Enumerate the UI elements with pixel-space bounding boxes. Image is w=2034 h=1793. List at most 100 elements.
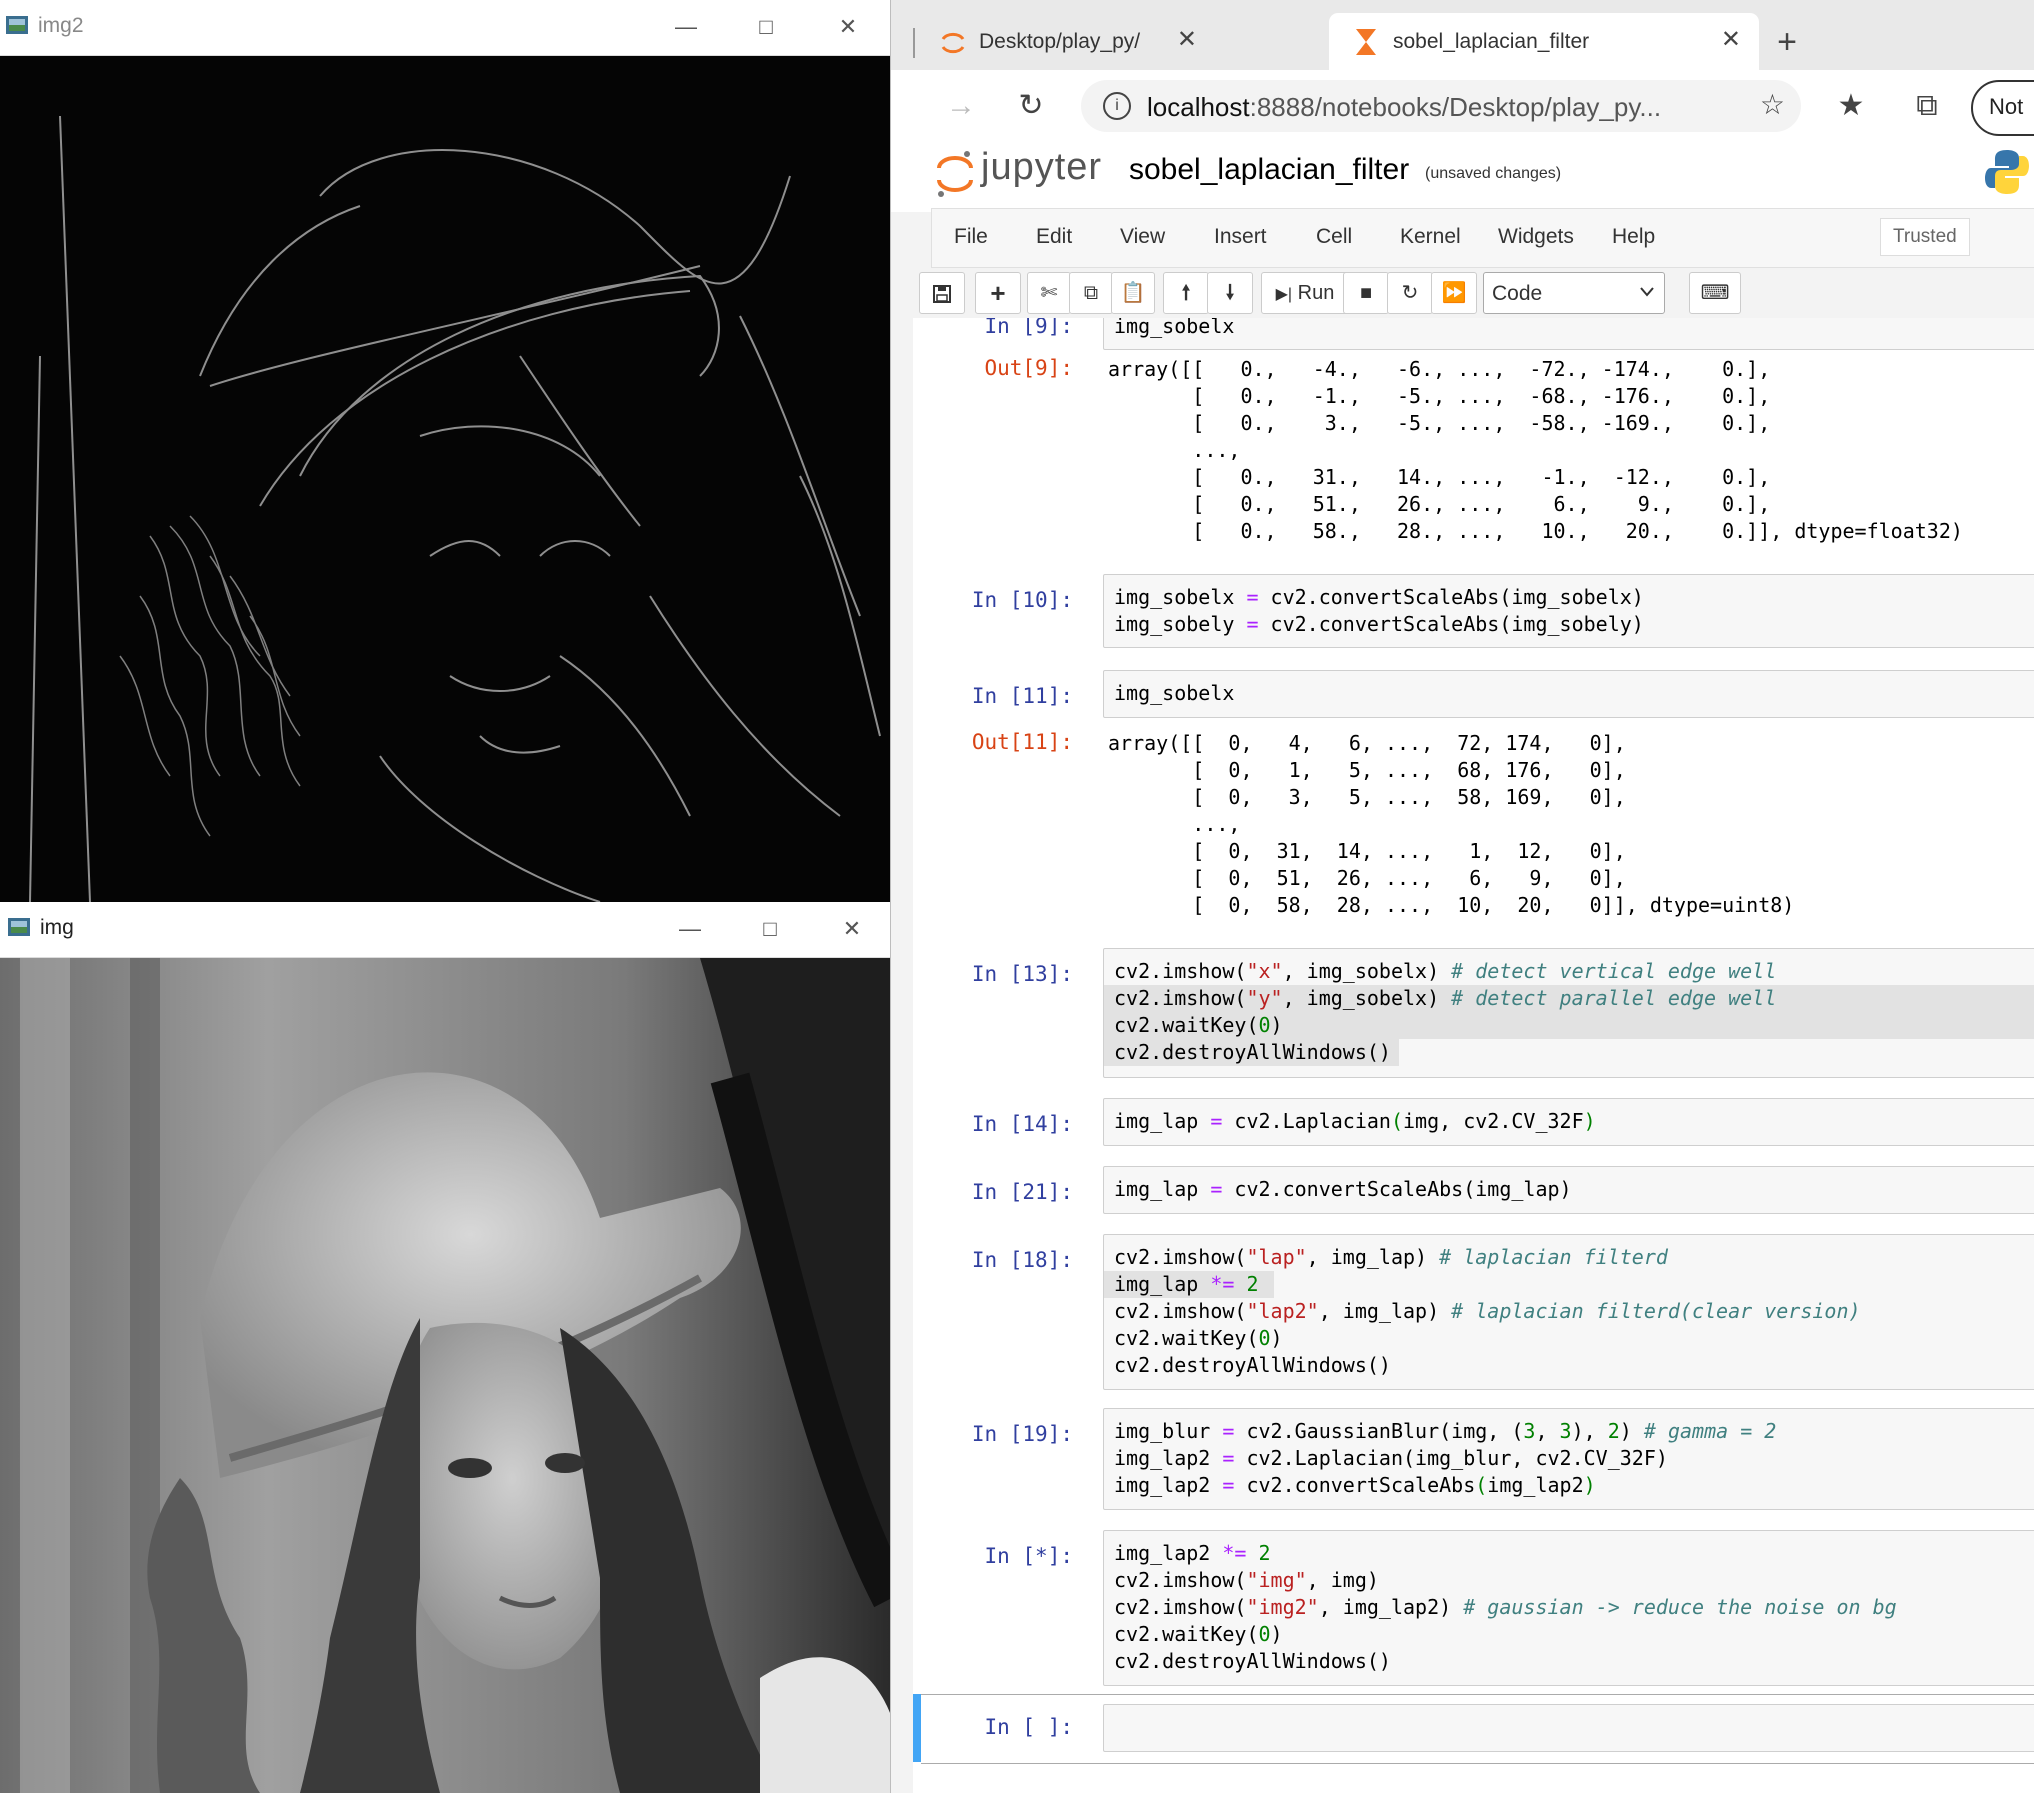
- code-text: img_sobelx = cv2.convertScaleAbs(img_sob…: [1114, 585, 1644, 636]
- app-icon: [8, 918, 30, 936]
- menu-help[interactable]: Help: [1612, 225, 1655, 249]
- laplacian-edge-image: [0, 56, 890, 902]
- grayscale-portrait-image: [0, 958, 892, 1793]
- tab-sobel-laplacian-filter[interactable]: sobel_laplacian_filter ✕: [1329, 13, 1759, 70]
- tab-label: Desktop/play_py/: [979, 30, 1141, 53]
- forward-icon[interactable]: →: [941, 86, 981, 126]
- menu-edit[interactable]: Edit: [1036, 225, 1072, 249]
- notebook-toolbar: + ✄ ⧉ 📋 🠕 🠗 ▶| Run ■ ↻ ⏩ Code ⌨: [919, 270, 2034, 318]
- menu-cell[interactable]: Cell: [1316, 225, 1352, 249]
- code-text: img_sobelx: [1114, 318, 1235, 338]
- output-prompt: Out[11]:: [971, 730, 1073, 754]
- input-prompt: In [11]:: [971, 684, 1073, 708]
- run-button[interactable]: ▶| Run: [1261, 272, 1349, 314]
- tab-strip: Desktop/play_py/ ✕ sobel_laplacian_filte…: [891, 0, 2034, 70]
- maximize-icon[interactable]: □: [748, 10, 784, 44]
- cell-input[interactable]: img_lap = cv2.Laplacian(img, cv2.CV_32F): [1103, 1098, 2034, 1146]
- stop-icon[interactable]: ■: [1343, 272, 1389, 314]
- window-title: img: [40, 916, 74, 939]
- output-cell: Out[11]: array([[ 0, 4, 6, ..., 72, 174,…: [913, 730, 2034, 930]
- fast-forward-icon[interactable]: ⏩: [1431, 272, 1477, 314]
- cell-input[interactable]: img_blur = cv2.GaussianBlur(img, (3, 3),…: [1103, 1408, 2034, 1510]
- favorites-icon[interactable]: ★: [1831, 86, 1871, 126]
- menu-widgets[interactable]: Widgets: [1498, 225, 1574, 249]
- notebook-name[interactable]: sobel_laplacian_filter: [1129, 153, 1409, 187]
- jupyter-logo-icon[interactable]: [935, 148, 975, 200]
- output-cell: Out[9]: array([[ 0., -4., -6., ..., -72.…: [913, 356, 2034, 556]
- jupyter-logo-text[interactable]: jupyter: [981, 146, 1102, 189]
- input-prompt: In [18]:: [971, 1248, 1073, 1272]
- close-icon[interactable]: ✕: [1721, 25, 1741, 54]
- image-window-img2[interactable]: img2 — □ ✕: [0, 0, 891, 902]
- code-text: cv2.imshow("x", img_sobelx) # detect ver…: [1114, 959, 1777, 1064]
- tab-label: sobel_laplacian_filter: [1393, 30, 1590, 53]
- keyboard-icon[interactable]: ⌨: [1689, 272, 1741, 314]
- new-tab-icon[interactable]: +: [1767, 22, 1807, 62]
- menu-kernel[interactable]: Kernel: [1400, 225, 1461, 249]
- menu-bar: File Edit View Insert Cell Kernel Widget…: [931, 208, 2034, 268]
- add-favorite-icon[interactable]: ☆: [1760, 88, 1785, 121]
- cell-input[interactable]: [1103, 1704, 2034, 1752]
- input-prompt: In [19]:: [971, 1422, 1073, 1446]
- code-text: cv2.imshow("lap", img_lap) # laplacian f…: [1114, 1245, 1861, 1377]
- code-cell[interactable]: In [*]: img_lap2 *= 2 cv2.imshow("img", …: [913, 1530, 2034, 1688]
- move-up-icon[interactable]: 🠕: [1163, 272, 1209, 314]
- paste-icon[interactable]: 📋: [1111, 272, 1155, 314]
- info-icon[interactable]: i: [1103, 92, 1131, 120]
- active-code-cell[interactable]: In [ ]:: [913, 1694, 2034, 1764]
- cell-input[interactable]: img_sobelx: [1103, 670, 2034, 718]
- code-text: img_lap2 *= 2 cv2.imshow("img", img) cv2…: [1114, 1541, 1897, 1673]
- menu-file[interactable]: File: [954, 225, 988, 249]
- window-title-bar[interactable]: img2 — □ ✕: [0, 0, 890, 56]
- code-text: img_lap = cv2.Laplacian(img, cv2.CV_32F): [1114, 1109, 1596, 1133]
- menu-view[interactable]: View: [1120, 225, 1165, 249]
- close-icon[interactable]: ✕: [834, 912, 870, 946]
- window-title: img2: [38, 14, 84, 37]
- window-title-bar[interactable]: img — □ ✕: [0, 902, 892, 958]
- edge-image-canvas: [0, 56, 890, 902]
- code-cell[interactable]: In [10]: img_sobelx = cv2.convertScaleAb…: [913, 574, 2034, 648]
- code-cell[interactable]: In [21]: img_lap = cv2.convertScaleAbs(i…: [913, 1166, 2034, 1214]
- output-text: array([[ 0., -4., -6., ..., -72., -174.,…: [1108, 357, 1963, 543]
- cell-input[interactable]: img_sobelx: [1103, 318, 2034, 350]
- hourglass-icon: [1356, 29, 1376, 55]
- input-prompt: In [14]:: [971, 1112, 1073, 1136]
- cell-input[interactable]: img_lap2 *= 2 cv2.imshow("img", img) cv2…: [1103, 1530, 2034, 1686]
- menu-insert[interactable]: Insert: [1214, 225, 1267, 249]
- move-down-icon[interactable]: 🠗: [1207, 272, 1253, 314]
- copy-icon[interactable]: ⧉: [1069, 272, 1113, 314]
- code-cell[interactable]: In [14]: img_lap = cv2.Laplacian(img, cv…: [913, 1098, 2034, 1146]
- cut-icon[interactable]: ✄: [1027, 272, 1071, 314]
- image-window-img[interactable]: img — □ ✕: [0, 902, 893, 1793]
- minimize-icon[interactable]: —: [668, 10, 704, 44]
- grayscale-image-canvas: [0, 958, 892, 1793]
- code-cell[interactable]: In [13]: cv2.imshow("x", img_sobelx) # d…: [913, 948, 2034, 1080]
- close-icon[interactable]: ✕: [1177, 25, 1197, 54]
- insert-cell-icon[interactable]: +: [975, 272, 1021, 314]
- maximize-icon[interactable]: □: [752, 912, 788, 946]
- profile-button[interactable]: Not: [1971, 80, 2034, 136]
- trusted-indicator[interactable]: Trusted: [1880, 218, 1970, 256]
- tab-desktop-play-py[interactable]: Desktop/play_py/ ✕: [915, 13, 1215, 70]
- cell-input[interactable]: img_sobelx = cv2.convertScaleAbs(img_sob…: [1103, 574, 2034, 648]
- code-cell[interactable]: In [19]: img_blur = cv2.GaussianBlur(img…: [913, 1408, 2034, 1512]
- refresh-icon[interactable]: ↻: [1011, 86, 1051, 126]
- code-cell[interactable]: In [18]: cv2.imshow("lap", img_lap) # la…: [913, 1234, 2034, 1392]
- cell-type-select[interactable]: Code: [1483, 272, 1665, 314]
- cell-input[interactable]: img_lap = cv2.convertScaleAbs(img_lap): [1103, 1166, 2034, 1214]
- address-bar[interactable]: i localhost:8888/notebooks/Desktop/play_…: [1081, 80, 1801, 132]
- input-prompt: In [ ]:: [984, 1715, 1073, 1739]
- code-cell[interactable]: In [11]: img_sobelx: [913, 670, 2034, 718]
- close-icon[interactable]: ✕: [830, 10, 866, 44]
- input-prompt: In [13]:: [971, 962, 1073, 986]
- code-cell[interactable]: In [9]: img_sobelx: [913, 318, 2034, 352]
- save-icon[interactable]: [919, 272, 965, 314]
- collections-icon[interactable]: ⧉: [1907, 86, 1947, 126]
- cell-input[interactable]: cv2.imshow("x", img_sobelx) # detect ver…: [1103, 948, 2034, 1078]
- code-text: img_sobelx: [1114, 681, 1235, 705]
- minimize-icon[interactable]: —: [672, 912, 708, 946]
- restart-icon[interactable]: ↻: [1387, 272, 1433, 314]
- cell-input[interactable]: cv2.imshow("lap", img_lap) # laplacian f…: [1103, 1234, 2034, 1390]
- navigation-bar: → ↻ i localhost:8888/notebooks/Desktop/p…: [891, 70, 2034, 142]
- jupyter-header: jupyter sobel_laplacian_filter (unsaved …: [891, 142, 2034, 212]
